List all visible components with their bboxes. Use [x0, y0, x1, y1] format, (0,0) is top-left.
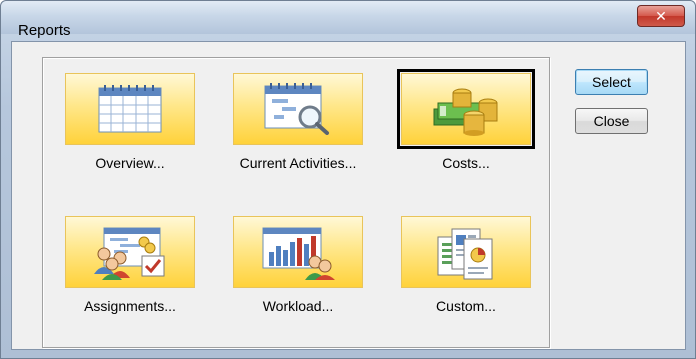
- title-bar[interactable]: Reports ✕: [1, 1, 695, 39]
- tile-label-costs: Costs...: [442, 155, 490, 171]
- select-button[interactable]: Select: [575, 69, 648, 95]
- select-button-label: Select: [592, 74, 631, 90]
- close-button-label: Close: [593, 113, 630, 129]
- report-tile-current-activities[interactable]: Current Activities...: [233, 73, 363, 181]
- tile-label-overview: Overview...: [95, 155, 165, 171]
- assignment-people-icon: [65, 216, 195, 288]
- calendar-magnifier-icon: [233, 73, 363, 145]
- dialog-body: Overview... Current Activities... Costs.…: [11, 41, 686, 350]
- close-button[interactable]: Close: [575, 108, 648, 134]
- money-stacks-icon: [397, 69, 535, 149]
- documents-icon: [401, 216, 531, 288]
- tile-label-workload: Workload...: [262, 298, 334, 314]
- tile-label-current-activities: Current Activities...: [239, 155, 357, 171]
- close-icon: ✕: [655, 7, 667, 24]
- workload-chart-icon: [233, 216, 363, 288]
- report-tile-costs[interactable]: Costs...: [397, 69, 535, 181]
- report-categories-frame: Overview... Current Activities... Costs.…: [42, 57, 550, 348]
- report-tile-assignments[interactable]: Assignments...: [65, 216, 195, 324]
- tile-label-custom: Custom...: [436, 298, 496, 314]
- close-window-button[interactable]: ✕: [637, 5, 685, 27]
- calendar-grid-icon: [65, 73, 195, 145]
- report-tile-overview[interactable]: Overview...: [65, 73, 195, 181]
- report-tile-workload[interactable]: Workload...: [233, 216, 363, 324]
- tile-label-assignments: Assignments...: [84, 298, 176, 314]
- report-tile-custom[interactable]: Custom...: [401, 216, 531, 324]
- reports-dialog: Reports ✕ Overview... Current Activities…: [0, 0, 696, 359]
- dialog-title: Reports: [18, 22, 71, 39]
